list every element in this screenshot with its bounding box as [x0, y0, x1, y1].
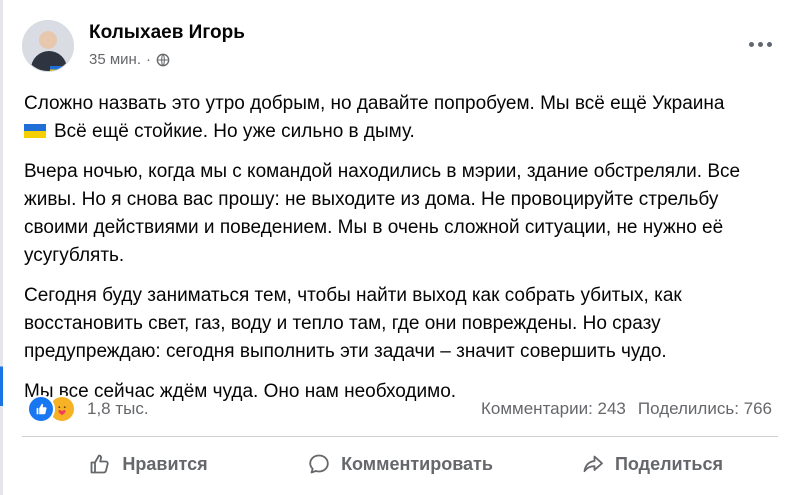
like-button[interactable]: Нравится: [22, 442, 274, 486]
reaction-count[interactable]: 1,8 тыс.: [87, 399, 149, 419]
ukraine-flag-icon: [24, 124, 46, 138]
post-line: Всё ещё стойкие. Но уже сильно в дыму.: [54, 121, 415, 142]
post-time[interactable]: 35 мин.: [89, 51, 141, 68]
comment-bubble-icon: [309, 454, 329, 474]
more-options-button[interactable]: [746, 32, 774, 56]
avatar[interactable]: [22, 20, 74, 72]
thumbs-up-icon: [90, 454, 110, 474]
like-label: Нравится: [122, 453, 208, 474]
engagement-counts: Комментарии: 243 Поделились: 766: [481, 399, 772, 419]
like-reaction-icon: [27, 395, 55, 423]
more-dot-icon: [766, 41, 772, 47]
post-meta: 35 мин. ·: [89, 51, 170, 68]
share-label: Поделиться: [614, 453, 724, 474]
post-header: Колыхаев Игорь 35 мин. ·: [22, 20, 782, 76]
post-paragraph: Сегодня буду заниматься тем, чтобы найти…: [24, 285, 682, 362]
divider: [22, 436, 778, 437]
comment-button[interactable]: Комментировать: [274, 442, 526, 486]
post-actions: Нравится Комментировать Поделиться: [22, 442, 778, 486]
shares-count[interactable]: Поделились: 766: [638, 399, 772, 419]
comments-count[interactable]: Комментарии: 243: [481, 399, 626, 419]
avatar-flag-badge: [50, 66, 62, 71]
post-stats: 1,8 тыс. Комментарии: 243 Поделились: 76…: [27, 395, 775, 424]
more-dot-icon: [757, 41, 763, 47]
globe-icon[interactable]: [156, 53, 170, 67]
left-edge-bar: [0, 0, 3, 495]
share-arrow-icon: [583, 455, 603, 473]
post-text: Сложно назвать это утро добрым, но давай…: [24, 90, 776, 418]
more-dot-icon: [748, 41, 754, 47]
post-paragraph: Вчера ночью, когда мы с командой находил…: [24, 161, 741, 266]
comment-label: Комментировать: [341, 453, 493, 474]
post-paragraph: Сложно назвать это утро добрым, но давай…: [24, 90, 776, 146]
author-name[interactable]: Колыхаев Игорь: [89, 22, 245, 44]
share-button[interactable]: Поделиться: [526, 442, 778, 486]
meta-separator: ·: [146, 51, 151, 68]
post-line: Сложно назвать это утро добрым, но давай…: [24, 93, 725, 114]
reaction-icons[interactable]: [27, 395, 76, 423]
